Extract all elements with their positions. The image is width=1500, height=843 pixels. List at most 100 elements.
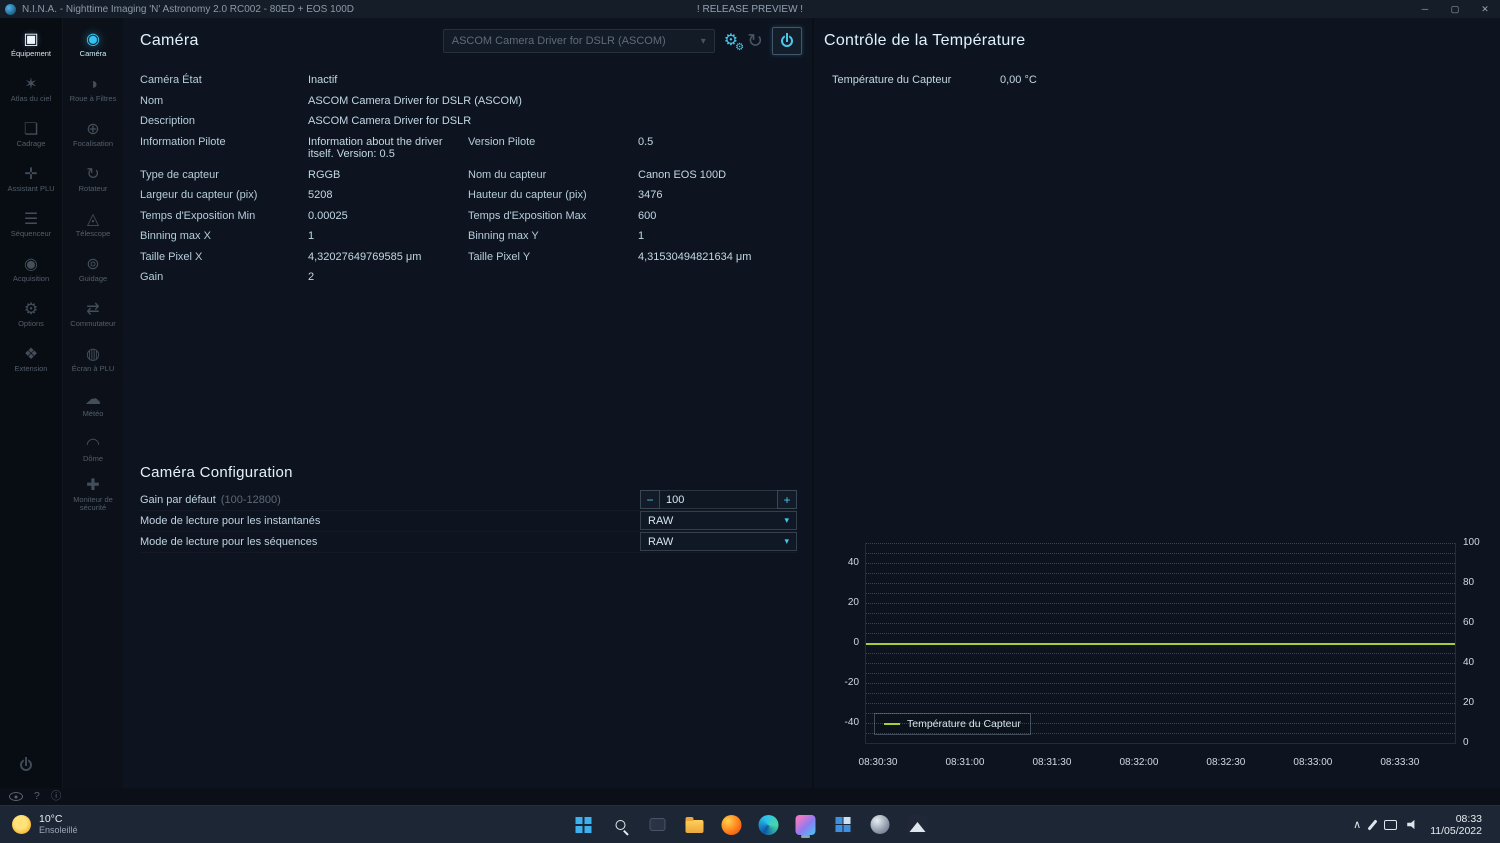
- info-label: Type de capteur: [140, 168, 219, 181]
- y-axis-right-tick: 40: [1463, 657, 1475, 668]
- sidebar-item-roue-a-filtres[interactable]: ◑ Roue à Filtres: [63, 67, 123, 112]
- search-icon: [615, 819, 626, 830]
- chevron-down-icon: ▾: [784, 536, 789, 546]
- eye-icon: [9, 792, 23, 801]
- gridline: [866, 613, 1455, 614]
- gridline: [866, 573, 1455, 574]
- sidebar-item-options[interactable]: ⚙ Options: [0, 292, 62, 337]
- info-label: Version Pilote: [468, 135, 536, 148]
- gain-increment-button[interactable]: +: [777, 490, 797, 509]
- taskbar-clock[interactable]: 08:33 11/05/2022: [1424, 813, 1488, 837]
- readout-snapshot-value: RAW: [648, 514, 674, 527]
- about-button[interactable]: ⓘ: [51, 791, 62, 802]
- tray-overflow-button[interactable]: ∧: [1348, 806, 1366, 843]
- info-value: RGGB: [308, 168, 341, 181]
- clock-time: 08:33: [1455, 812, 1482, 825]
- rotateur-icon: ↻: [86, 166, 100, 183]
- info-value: Canon EOS 100D: [638, 168, 727, 181]
- start-button[interactable]: [572, 813, 596, 837]
- sidebar-item-label: Extension: [14, 364, 48, 373]
- folder-icon: [685, 816, 704, 833]
- meteo-icon: ☁: [85, 391, 101, 408]
- equipement-icon: ▣: [23, 31, 39, 48]
- running-indicator: [801, 834, 810, 838]
- sidebar-item-camera[interactable]: ◉ Caméra: [63, 22, 123, 67]
- nina-window: N.I.N.A. - Nighttime Imaging 'N' Astrono…: [0, 0, 1500, 843]
- task-view-button[interactable]: [646, 813, 670, 837]
- sidebar-item-focalisation[interactable]: ⊕ Focalisation: [63, 112, 123, 157]
- file-explorer-button[interactable]: [683, 813, 707, 837]
- sidebar-item-guidage[interactable]: ⊚ Guidage: [63, 247, 123, 292]
- sphere-app-button[interactable]: [868, 813, 892, 837]
- windows-taskbar: 10°C Ensoleillé ∧ 08:33 11/05/2022: [0, 805, 1500, 843]
- sidebar-item-rotateur[interactable]: ↻ Rotateur: [63, 157, 123, 202]
- chart-x-labels: 08:30:30 08:31:00 08:31:30 08:32:00 08:32:30…: [859, 750, 1456, 768]
- connect-all-button[interactable]: [18, 757, 34, 778]
- gain-decrement-button[interactable]: −: [640, 490, 660, 509]
- info-value: 4,31530494821634 μm: [638, 250, 752, 263]
- sidebar-item-acquisition[interactable]: ◉ Acquisition: [0, 247, 62, 292]
- info-value: 0.00025: [308, 209, 348, 222]
- sidebar-item-commutateur[interactable]: ⇄ Commutateur: [63, 292, 123, 337]
- minimize-button[interactable]: ─: [1410, 0, 1440, 18]
- gridline: [866, 653, 1455, 654]
- camera-connect-button[interactable]: [772, 27, 802, 55]
- readout-sequence-row: Mode de lecture pour les séquences RAW ▾: [140, 532, 797, 553]
- sidebar-item-label: Acquisition: [12, 274, 50, 283]
- info-label: Largeur du capteur (pix): [140, 189, 258, 201]
- weather-condition: Ensoleillé: [39, 824, 78, 835]
- info-label: Caméra État: [140, 74, 202, 86]
- options-icon: ⚙: [23, 301, 39, 318]
- sidebar-item-moniteur-de-securite[interactable]: ✚ Moniteur de sécurité: [63, 472, 123, 517]
- sidebar-item-atlas-du-ciel[interactable]: ✶ Atlas du ciel: [0, 67, 62, 112]
- x-axis-tick: 08:31:30: [1032, 757, 1072, 768]
- clock-date: 11/05/2022: [1430, 824, 1482, 837]
- camera-info-table: Caméra État Inactif Nom ASCOM Camera Driver…: [123, 64, 812, 288]
- close-button[interactable]: ✕: [1470, 0, 1500, 18]
- sidebar-item-label: Roue à Filtres: [69, 94, 117, 103]
- maximize-button[interactable]: ▢: [1440, 0, 1470, 18]
- readout-snapshot-row: Mode de lecture pour les instantanés RAW…: [140, 511, 797, 532]
- weather-temp: 10°C: [39, 812, 63, 825]
- sidebar-item-assistant-plu[interactable]: ✛ Assistant PLU: [0, 157, 62, 202]
- readout-sequence-dropdown[interactable]: RAW ▾: [640, 532, 797, 551]
- nina-app-button[interactable]: [794, 813, 818, 838]
- gain-input[interactable]: [660, 493, 777, 506]
- info-label: Hauteur du capteur (pix): [468, 189, 587, 201]
- weather-widget[interactable]: 10°C Ensoleillé: [0, 806, 90, 843]
- sidebar-item-dome[interactable]: ◠ Dôme: [63, 427, 123, 472]
- grid-app-icon: [833, 815, 852, 834]
- windows-logo-icon: [575, 816, 592, 833]
- edge-button[interactable]: [757, 813, 781, 837]
- sidebar-item-cadrage[interactable]: ❏ Cadrage: [0, 112, 62, 157]
- photos-app-button[interactable]: [905, 813, 929, 837]
- y-axis-left-tick: 40: [847, 557, 859, 568]
- window-controls: ─ ▢ ✕: [1410, 0, 1500, 18]
- refresh-icon: ↻: [747, 30, 763, 52]
- grid-app-button[interactable]: [831, 813, 855, 837]
- edge-icon: [758, 814, 779, 835]
- sidebar-item-ecran-a-plu[interactable]: ◍ Écran à PLU: [63, 337, 123, 382]
- sidebar-item-extension[interactable]: ❖ Extension: [0, 337, 62, 382]
- display-tray-button[interactable]: [1379, 806, 1402, 843]
- camera-device-dropdown[interactable]: ASCOM Camera Driver for DSLR (ASCOM) ▾: [442, 29, 715, 53]
- speaker-icon: [1407, 819, 1415, 830]
- pen-tray-button[interactable]: [1366, 806, 1379, 843]
- nina-app-icon: [795, 814, 816, 835]
- visibility-toggle-button[interactable]: [9, 792, 23, 801]
- camera-panel: Caméra ASCOM Camera Driver for DSLR (ASC…: [123, 18, 812, 788]
- rescan-devices-button[interactable]: ↻: [747, 32, 763, 51]
- sidebar-item-equipement[interactable]: ▣ Équipement: [0, 22, 62, 67]
- sidebar-item-sequenceur[interactable]: ☰ Séquenceur: [0, 202, 62, 247]
- help-button[interactable]: ?: [34, 791, 40, 802]
- readout-snapshot-dropdown[interactable]: RAW ▾: [640, 511, 797, 530]
- sensor-temperature-row: Température du Capteur 0,00 °C: [814, 64, 1500, 90]
- sidebar-item-telescope[interactable]: ◬ Télescope: [63, 202, 123, 247]
- pen-icon: [1367, 818, 1378, 831]
- sidebar-item-meteo[interactable]: ☁ Météo: [63, 382, 123, 427]
- volume-tray-button[interactable]: [1402, 806, 1424, 843]
- camera-settings-button[interactable]: ⚙ ⚙: [724, 33, 744, 53]
- firefox-button[interactable]: [720, 813, 744, 837]
- search-button[interactable]: [609, 813, 633, 837]
- temperature-series-line: [866, 643, 1455, 645]
